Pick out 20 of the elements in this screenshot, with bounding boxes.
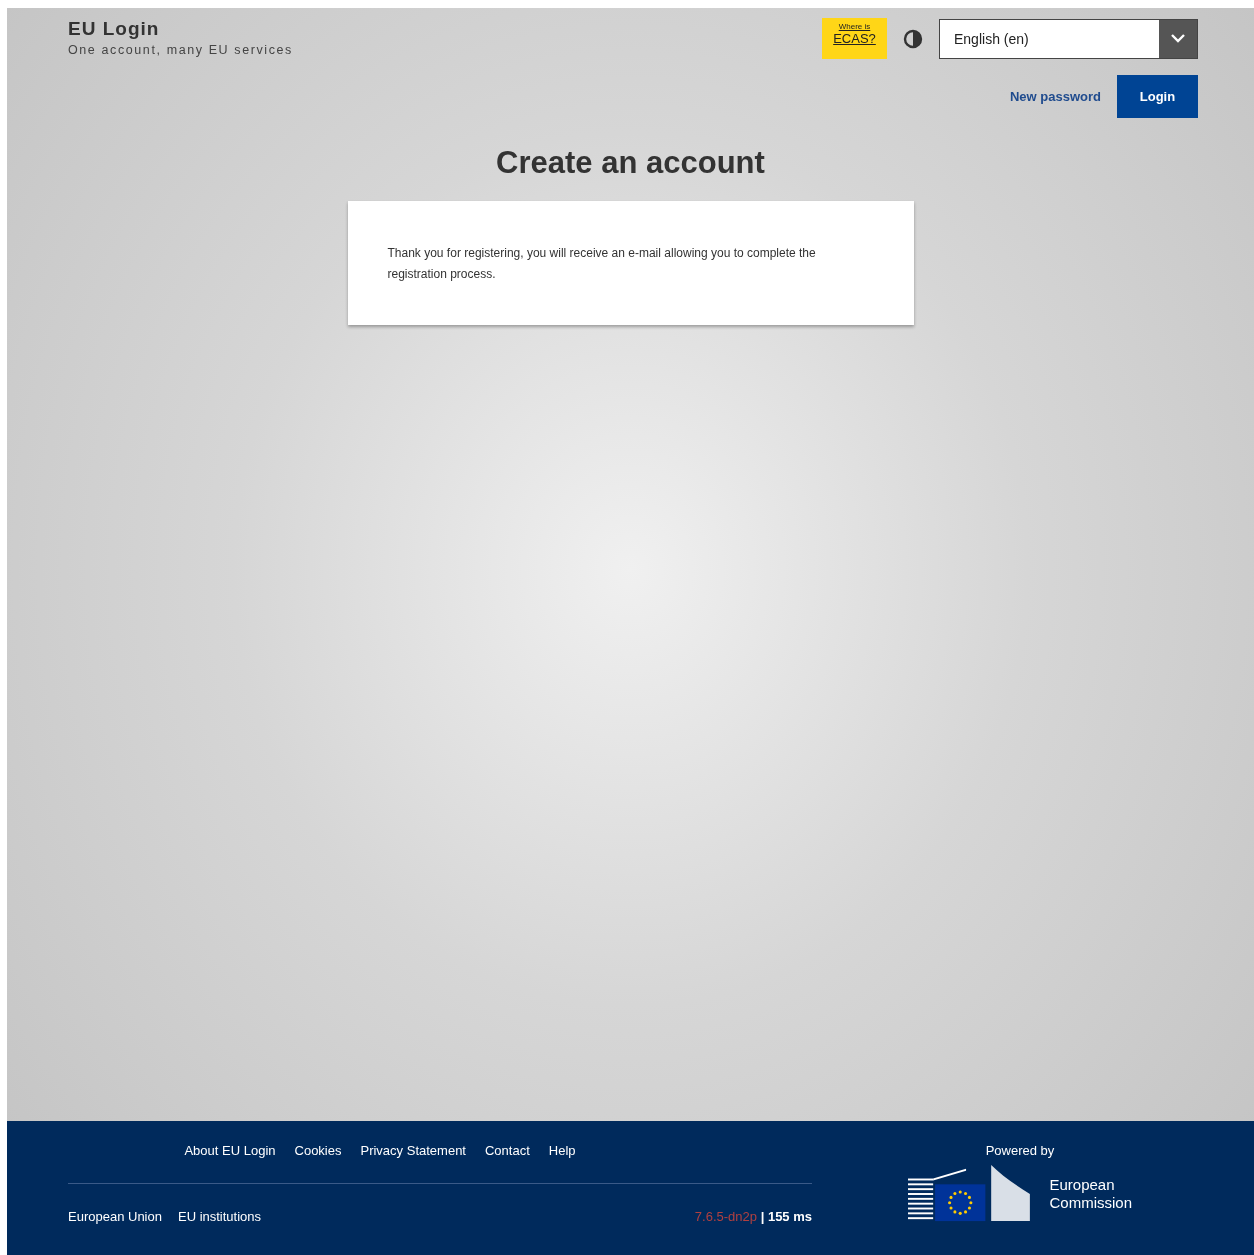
ecas-help-link[interactable]: Where is ECAS? xyxy=(822,18,887,59)
commission-logo-text: European Commission xyxy=(1049,1175,1132,1212)
footer-link[interactable]: European Union xyxy=(68,1206,162,1226)
page-heading: Create an account xyxy=(495,144,766,182)
footer-link[interactable]: Cookies xyxy=(294,1141,342,1161)
login-button[interactable]: Login xyxy=(1117,75,1198,118)
footer-link[interactable]: EU institutions xyxy=(177,1206,262,1226)
app-title: EU Login xyxy=(68,18,161,41)
footer-link[interactable]: Help xyxy=(548,1141,576,1161)
new-password-link[interactable]: New password xyxy=(1009,86,1101,107)
language-select[interactable]: English (en) xyxy=(939,18,1198,59)
confirmation-message: Thank you for registering, you will receive an e-mail allowing you to complete the registration process. xyxy=(387,245,817,284)
app-tagline: One account, many EU services xyxy=(68,41,293,59)
footer-link[interactable]: About EU Login xyxy=(184,1141,276,1161)
chevron-down-icon xyxy=(1171,34,1185,43)
contrast-icon[interactable] xyxy=(903,28,923,49)
footer-link[interactable]: Privacy Statement xyxy=(360,1141,466,1161)
version-info: 7.6.5-dn2p | 155 ms xyxy=(694,1207,812,1226)
powered-by-label: Powered by xyxy=(984,1142,1056,1160)
footer-link[interactable]: Contact xyxy=(485,1141,530,1161)
